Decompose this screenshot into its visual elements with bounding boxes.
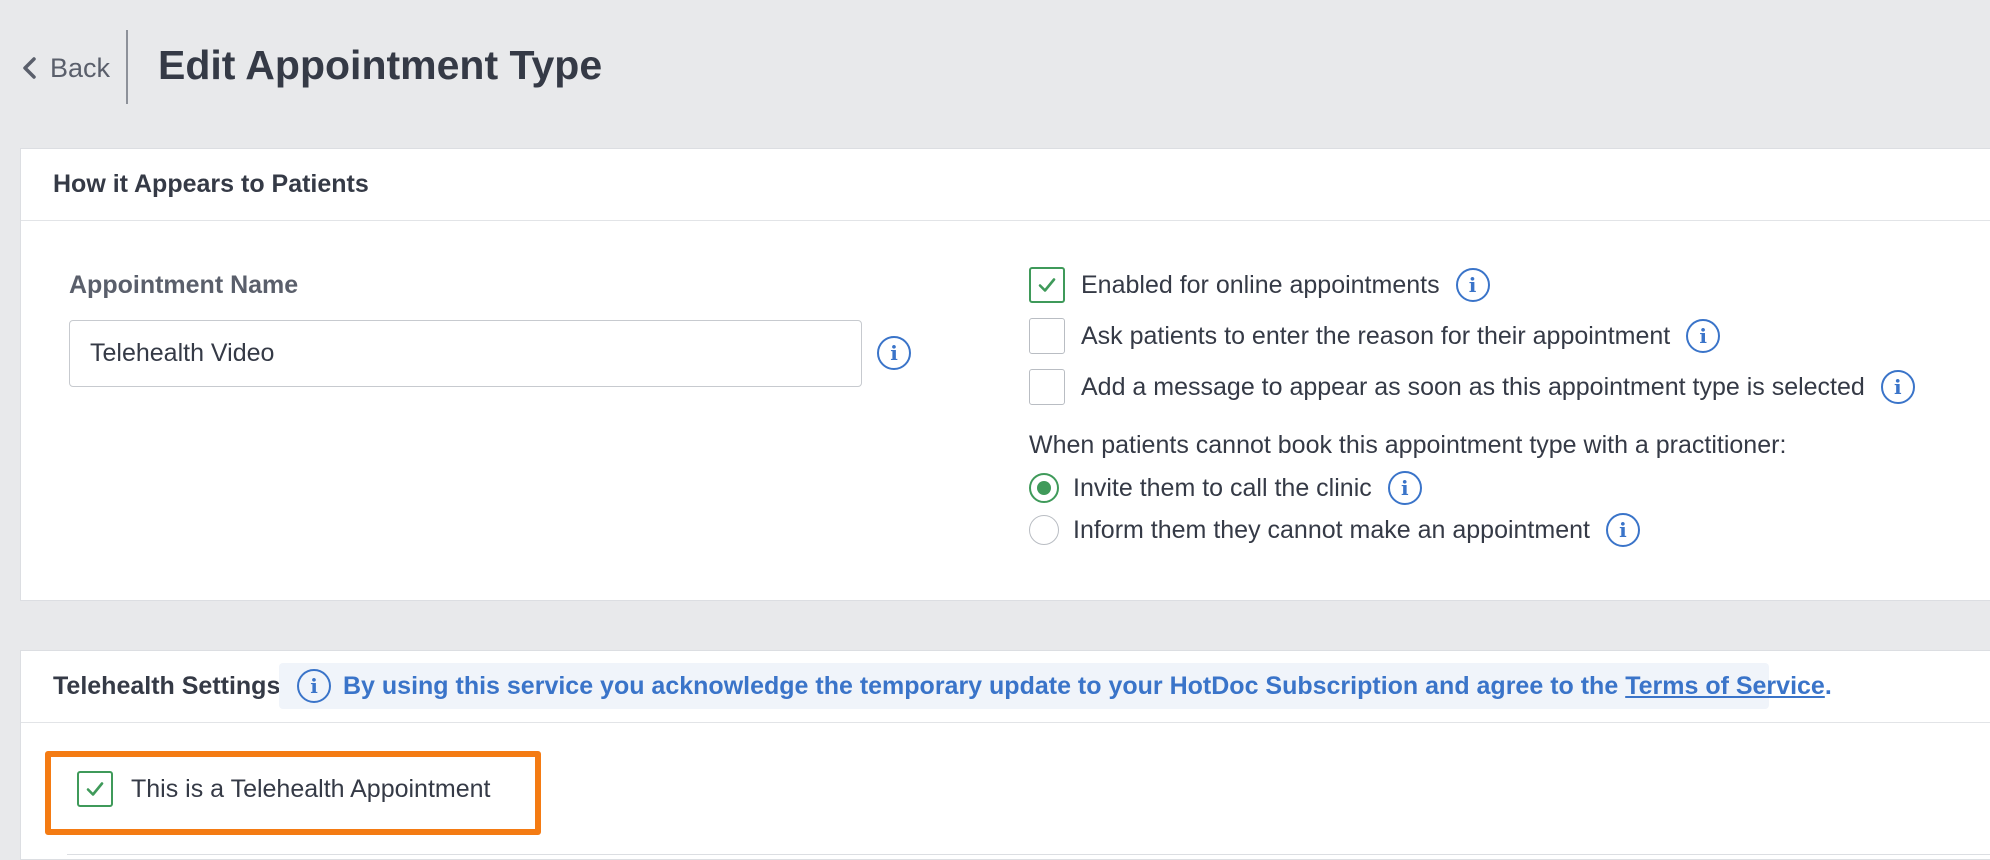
check-icon xyxy=(86,782,104,796)
info-icon[interactable]: i xyxy=(1686,319,1721,353)
check-icon xyxy=(1038,278,1056,292)
telehealth-card: Telehealth Settings i By using this serv… xyxy=(20,650,1990,860)
notice-end: . xyxy=(1824,671,1832,700)
telehealth-checkbox-label: This is a Telehealth Appointment xyxy=(131,774,491,803)
appearance-card: How it Appears to Patients Appointment N… xyxy=(20,148,1990,601)
call-clinic-label: Invite them to call the clinic xyxy=(1073,473,1372,502)
info-icon[interactable]: i xyxy=(1387,471,1422,505)
add-message-label: Add a message to appear as soon as this … xyxy=(1081,372,1865,401)
call-clinic-radio[interactable] xyxy=(1029,473,1059,503)
option-add-message[interactable]: Add a message to appear as soon as this … xyxy=(1029,369,1915,405)
info-icon[interactable]: i xyxy=(1605,513,1640,547)
ask-reason-label: Ask patients to enter the reason for the… xyxy=(1081,321,1671,350)
online-enabled-checkbox[interactable] xyxy=(1029,267,1065,303)
back-button[interactable]: Back xyxy=(20,48,110,88)
page-header: Back Edit Appointment Type xyxy=(0,0,1990,136)
add-message-checkbox[interactable] xyxy=(1029,369,1065,405)
page-title: Edit Appointment Type xyxy=(158,42,603,88)
info-icon[interactable]: i xyxy=(1455,268,1490,302)
back-label: Back xyxy=(50,52,111,83)
header-divider xyxy=(126,30,128,104)
cannot-book-label: Inform them they cannot make an appointm… xyxy=(1073,515,1590,544)
appointment-name-input[interactable] xyxy=(69,320,862,387)
radio-call-clinic[interactable]: Invite them to call the clinic i xyxy=(1029,471,1422,505)
unavailable-prompt: When patients cannot book this appointme… xyxy=(1029,431,1787,459)
ask-reason-checkbox[interactable] xyxy=(1029,318,1065,354)
info-icon: i xyxy=(297,669,331,703)
telehealth-card-title: Telehealth Settings xyxy=(53,672,281,700)
appearance-card-header: How it Appears to Patients xyxy=(21,149,1990,221)
notice-text: By using this service you acknowledge th… xyxy=(343,671,1619,700)
appearance-card-title: How it Appears to Patients xyxy=(53,170,369,198)
cannot-book-radio[interactable] xyxy=(1029,515,1059,545)
info-icon[interactable]: i xyxy=(1880,370,1915,404)
divider xyxy=(67,854,1990,855)
telehealth-checkbox[interactable] xyxy=(77,771,113,807)
option-online-enabled[interactable]: Enabled for online appointments i xyxy=(1029,267,1490,303)
info-icon[interactable]: i xyxy=(877,336,911,370)
telehealth-notice: i By using this service you acknowledge … xyxy=(279,663,1832,709)
telehealth-option[interactable]: This is a Telehealth Appointment xyxy=(77,771,491,807)
chevron-left-icon xyxy=(23,57,36,79)
radio-cannot-book[interactable]: Inform them they cannot make an appointm… xyxy=(1029,513,1640,547)
option-ask-reason[interactable]: Ask patients to enter the reason for the… xyxy=(1029,318,1721,354)
appointment-name-label: Appointment Name xyxy=(69,271,299,299)
terms-of-service-link[interactable]: Terms of Service xyxy=(1625,672,1825,700)
online-enabled-label: Enabled for online appointments xyxy=(1081,270,1440,299)
